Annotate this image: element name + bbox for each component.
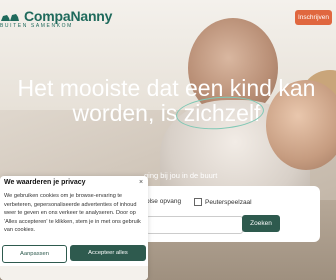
cookie-title: We waarderen je privacy [4,179,86,186]
option-opvang[interactable]: olse opvang [146,198,181,205]
cookie-accept-all-button[interactable]: Accepteer alles [70,245,146,261]
peuterspeelzaal-checkbox[interactable] [194,198,202,206]
cookie-text: We gebruiken cookies om je browse-ervari… [4,193,141,233]
headline-line-2: worden, is zichzelf [0,93,336,133]
search-button[interactable]: Zoeken [242,215,280,232]
logo-animals-icon [1,14,19,21]
close-icon[interactable]: × [139,179,143,186]
brand-tagline: BUITEN SAMENKOM [0,23,73,29]
hero-subline: ging bij jou in de buurt [144,171,218,180]
headline-line-2-prefix: worden, is [72,100,184,126]
option-peuterspeelzaal-label: Peuterspeelzaal [205,198,252,206]
hero-headline: Het mooiste dat een kind kan worden, is … [0,75,336,133]
cookie-footer [0,266,148,280]
hero: CompaNanny BUITEN SAMENKOM Inschrijven H… [0,0,336,280]
option-peuterspeelzaal[interactable]: Peuterspeelzaal [194,198,252,206]
brand-logo[interactable]: CompaNanny BUITEN SAMENKOM [0,8,120,30]
signup-button[interactable]: Inschrijven [295,10,332,25]
site-header: CompaNanny BUITEN SAMENKOM Inschrijven [0,0,336,34]
headline-line-1: Het mooiste dat een kind kan [17,75,316,101]
cookie-banner: We waarderen je privacy × We gebruiken c… [0,176,148,280]
search-input[interactable] [146,216,243,234]
cookie-adjust-button[interactable]: Aanpassen [2,245,67,263]
headline-circled-word: zichzelf [174,93,265,133]
search-panel: olse opvang Peuterspeelzaal Zoeken [140,186,320,242]
option-opvang-label: olse opvang [146,198,182,205]
brand-name: CompaNanny [24,8,113,24]
